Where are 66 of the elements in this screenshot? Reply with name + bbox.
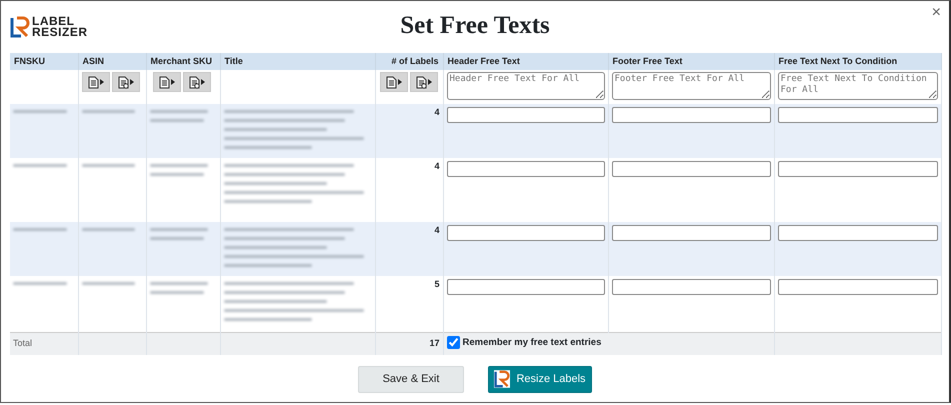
redacted-text	[13, 164, 68, 167]
column-header: Merchant SKU	[150, 56, 212, 66]
document-gear-icon	[189, 76, 200, 88]
redacted-text	[13, 110, 68, 113]
text-input[interactable]	[446, 107, 604, 123]
column-header: Title	[224, 56, 243, 66]
text-input[interactable]	[612, 279, 770, 295]
document-menu-button[interactable]	[82, 72, 110, 92]
logo-icon	[494, 370, 510, 388]
text-area[interactable]: Header Free Text For All	[446, 72, 604, 100]
redacted-text	[82, 164, 136, 167]
text-area[interactable]: Free Text Next To Condition For All	[778, 72, 938, 100]
document-gear-menu-button[interactable]	[410, 72, 438, 92]
column-header: Free Text Next To Condition	[778, 56, 898, 66]
redacted-text	[82, 282, 136, 285]
text-input[interactable]	[612, 225, 770, 241]
column-header: FNSKU	[14, 56, 45, 66]
text-input[interactable]	[446, 279, 604, 295]
column-header: Footer Free Text	[612, 56, 682, 66]
redacted-text	[150, 237, 204, 240]
redacted-text	[13, 228, 68, 231]
text-input[interactable]	[778, 279, 938, 295]
label-count: 4	[434, 161, 440, 171]
column-header: # of Labels	[391, 56, 438, 66]
redacted-text	[13, 282, 68, 285]
document-gear-icon	[118, 76, 129, 88]
document-gear-menu-button[interactable]	[112, 72, 140, 92]
column-header: ASIN	[82, 56, 104, 66]
redacted-text	[150, 291, 204, 294]
remember-checkbox[interactable]	[446, 336, 460, 348]
redacted-text	[82, 110, 136, 113]
dialog-title: Set Free Texts	[400, 12, 550, 39]
redacted-text	[150, 164, 208, 167]
document-icon	[88, 76, 99, 88]
close-button[interactable]: ×	[930, 1, 943, 25]
label-count: 5	[434, 279, 440, 289]
logo-icon	[10, 16, 30, 38]
document-gear-menu-button[interactable]	[183, 72, 211, 92]
logo-text: LABEL RESIZER	[32, 16, 88, 38]
redacted-text	[150, 282, 208, 285]
document-menu-button[interactable]	[380, 72, 408, 92]
save-exit-button[interactable]: Save & Exit	[358, 366, 464, 392]
text-input[interactable]	[612, 107, 770, 123]
text-input[interactable]	[778, 225, 938, 241]
total-count: 17	[429, 338, 440, 348]
column-header: Header Free Text	[448, 56, 520, 66]
total-label: Total	[13, 338, 32, 348]
redacted-text	[150, 119, 204, 122]
redacted-text	[82, 228, 136, 231]
text-input[interactable]	[778, 161, 938, 177]
document-icon	[386, 76, 396, 88]
document-menu-button[interactable]	[153, 72, 181, 92]
redacted-text	[150, 110, 208, 113]
document-icon	[159, 76, 170, 88]
text-area[interactable]: Footer Free Text For All	[612, 72, 770, 100]
label-count: 4	[434, 107, 440, 117]
resize-labels-button[interactable]: Resize Labels	[488, 366, 592, 392]
text-input[interactable]	[612, 161, 770, 177]
text-input[interactable]	[446, 225, 604, 241]
text-input[interactable]	[446, 161, 604, 177]
checkbox-label: Remember my free text entries	[462, 336, 602, 348]
redacted-text	[150, 228, 208, 231]
label-count: 4	[434, 225, 440, 235]
document-gear-icon	[416, 76, 426, 88]
text-input[interactable]	[778, 107, 938, 123]
redacted-text	[150, 173, 204, 176]
